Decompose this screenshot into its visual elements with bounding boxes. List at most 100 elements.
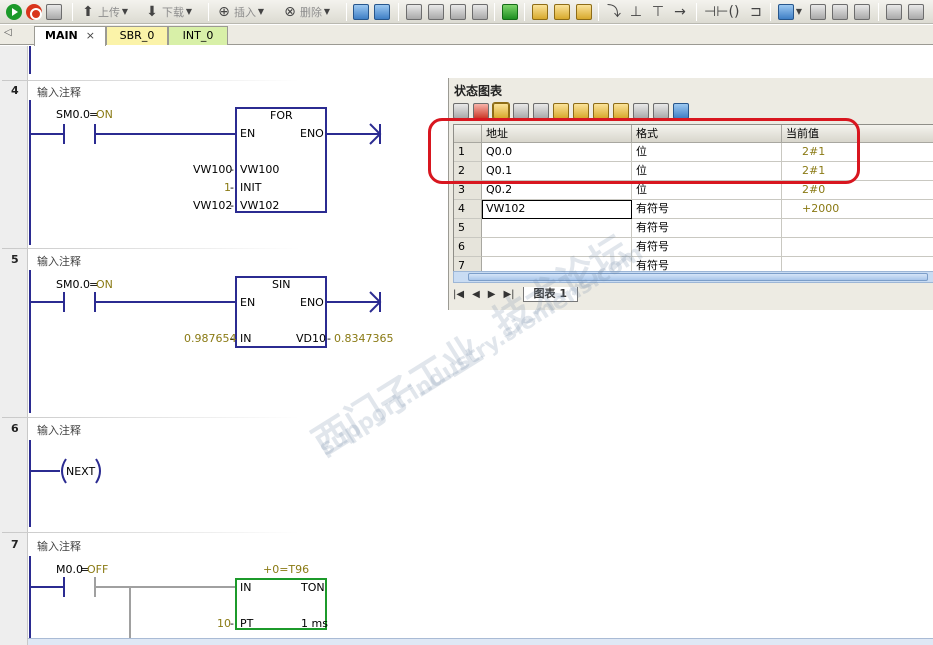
toggle-button-4[interactable] [472, 4, 488, 20]
go-button[interactable] [502, 4, 518, 20]
horizontal-scrollbar[interactable] [28, 638, 933, 645]
chart-status-button[interactable] [374, 4, 390, 20]
lock-icon[interactable] [613, 103, 629, 119]
in1-operand[interactable]: VW100 [193, 163, 232, 176]
tab-int0-label: INT_0 [182, 29, 214, 42]
table-row[interactable]: 6 有符号 [454, 238, 933, 257]
lock-icon[interactable] [593, 103, 609, 119]
table-horizontal-scrollbar[interactable] [453, 271, 933, 283]
column-header[interactable]: 地址 [482, 125, 632, 143]
next-coil[interactable]: NEXT [66, 465, 95, 478]
delete-button[interactable]: ⊗ 删除 ▼ [282, 4, 332, 20]
last-sheet-icon[interactable]: ▶| [503, 289, 514, 300]
glasses-icon[interactable] [533, 103, 549, 119]
run-button[interactable] [6, 4, 22, 20]
lock-icon[interactable] [573, 103, 589, 119]
format-cell[interactable]: 位 [632, 181, 782, 200]
download-button[interactable]: ⬇ 下载 ▼ [144, 4, 194, 20]
comment-icon[interactable] [673, 103, 689, 119]
insert-row-icon[interactable] [453, 103, 469, 119]
lock-button-1[interactable] [532, 4, 548, 20]
format-cell[interactable]: 有符号 [632, 200, 782, 219]
row-number: 2 [454, 162, 482, 181]
properties-button[interactable] [886, 4, 902, 20]
program-status-button[interactable] [353, 4, 369, 20]
stop-button[interactable] [26, 4, 42, 20]
pencil-icon[interactable] [553, 103, 569, 119]
pt-operand[interactable]: 10 [217, 617, 231, 630]
scrollbar-thumb[interactable] [468, 273, 928, 281]
toggle-button-3[interactable] [450, 4, 466, 20]
branch-button[interactable]: ⤵ [606, 4, 622, 20]
status-chart-toolbar [453, 102, 689, 120]
network-comment[interactable]: 输入注释 [37, 422, 81, 438]
sheet-tab[interactable]: 图表 1 [522, 286, 579, 302]
table-row[interactable]: 2 Q0.1 位 2#1 [454, 162, 933, 181]
tab-sbr0[interactable]: SBR_0 [106, 26, 168, 45]
table-row[interactable]: 3 Q0.2 位 2#0 [454, 181, 933, 200]
network-comment[interactable]: 输入注释 [37, 253, 81, 269]
table-button[interactable] [810, 4, 826, 20]
chart-status-icon[interactable] [492, 102, 510, 120]
lock-button-3[interactable] [576, 4, 592, 20]
close-icon[interactable]: × [86, 29, 95, 42]
lock-button-2[interactable] [554, 4, 570, 20]
chart-status-icon [374, 4, 390, 20]
contact-state: ON [96, 108, 113, 121]
toggle-button-2[interactable] [428, 4, 444, 20]
coil-button[interactable]: () [726, 4, 742, 20]
network-number: 5 [11, 253, 19, 266]
toggle-button-1[interactable] [406, 4, 422, 20]
sheet-tab-bar: |◀ ◀ ▶ ▶| 图表 1 [453, 286, 579, 302]
table-row[interactable]: 5 有符号 [454, 219, 933, 238]
edit-button[interactable] [832, 4, 848, 20]
pause-icon[interactable] [513, 103, 529, 119]
trend-icon[interactable] [653, 103, 669, 119]
contact-button[interactable]: ⊣⊢ [704, 4, 728, 20]
pencil-button[interactable] [854, 4, 870, 20]
address-cell[interactable]: Q0.2 [482, 181, 632, 200]
format-cell[interactable]: 位 [632, 162, 782, 181]
value-cell [782, 219, 933, 238]
box-icon: ⊐ [750, 4, 762, 20]
comment-button[interactable]: ▼ [778, 4, 804, 20]
network-comment[interactable]: 输入注释 [37, 538, 81, 554]
format-cell[interactable]: 有符号 [632, 238, 782, 257]
comment-icon [778, 4, 794, 20]
line-down-button[interactable]: ⊥ [628, 4, 644, 20]
in3-operand[interactable]: VW102 [193, 199, 232, 212]
address-cell[interactable] [482, 219, 632, 238]
network-comment[interactable]: 输入注释 [37, 84, 81, 100]
out-operand[interactable]: 0.8347365 [334, 332, 394, 345]
format-cell[interactable]: 有符号 [632, 219, 782, 238]
corner-header [454, 125, 482, 143]
prev-sheet-icon[interactable]: ◀ [472, 289, 480, 300]
box-button[interactable]: ⊐ [748, 4, 764, 20]
table-row[interactable]: 1 Q0.0 位 2#1 [454, 143, 933, 162]
clipboard-button[interactable] [908, 4, 924, 20]
tab-main[interactable]: MAIN × [34, 26, 106, 46]
address-cell[interactable]: Q0.1 [482, 162, 632, 181]
format-cell[interactable]: 位 [632, 143, 782, 162]
in-operand[interactable]: 0.987654 [184, 332, 237, 345]
tab-int0[interactable]: INT_0 [168, 26, 228, 45]
read-all-icon[interactable] [633, 103, 649, 119]
next-sheet-icon[interactable]: ▶ [488, 289, 496, 300]
insert-button[interactable]: ⊕ 插入 ▼ [216, 4, 266, 20]
chevron-down-icon: ▼ [795, 7, 803, 16]
column-header[interactable]: 当前值 [782, 125, 933, 143]
address-cell[interactable] [482, 238, 632, 257]
line-up-button[interactable]: ⊤ [650, 4, 666, 20]
address-cell[interactable]: Q0.0 [482, 143, 632, 162]
upload-button[interactable]: ⬆ 上传 ▼ [80, 4, 130, 20]
tab-scroll-left-icon[interactable]: ◁ [4, 27, 12, 38]
compile-button[interactable] [46, 4, 62, 20]
toolbar-icon-1 [406, 4, 422, 20]
delete-row-icon[interactable] [473, 103, 489, 119]
line-right-button[interactable]: → [672, 4, 688, 20]
row-number: 3 [454, 181, 482, 200]
table-row[interactable]: 4 VW102 有符号 +2000 [454, 200, 933, 219]
first-sheet-icon[interactable]: |◀ [453, 289, 464, 300]
address-cell[interactable]: VW102 [482, 200, 632, 219]
column-header[interactable]: 格式 [632, 125, 782, 143]
